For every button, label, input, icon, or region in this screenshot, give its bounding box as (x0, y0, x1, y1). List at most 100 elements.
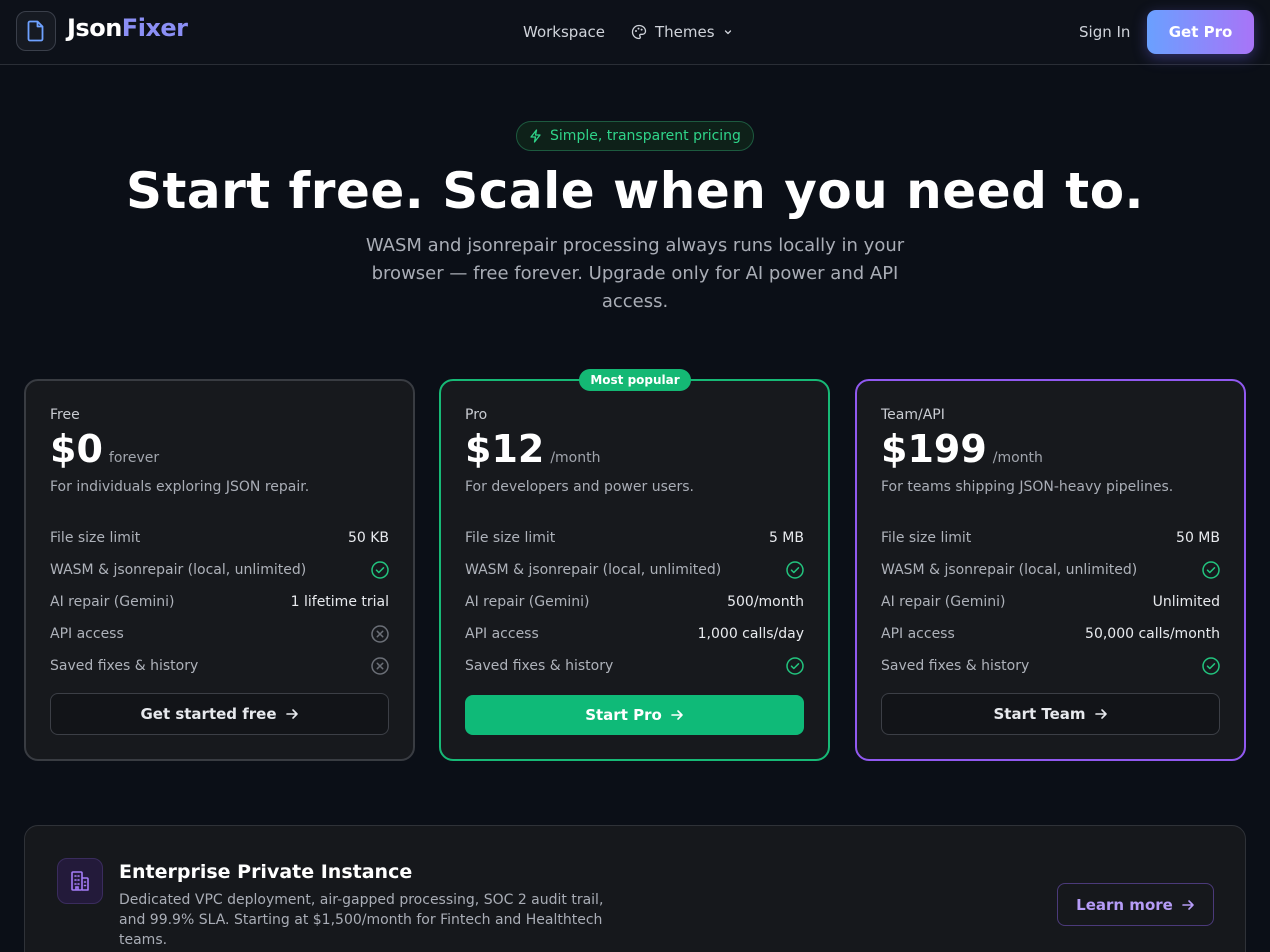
pricing-badge: Simple, transparent pricing (516, 121, 754, 151)
themes-label: Themes (655, 23, 715, 41)
feature-label: API access (881, 626, 955, 642)
cta-label: Start Pro (585, 706, 662, 724)
feature-value: 1 lifetime trial (290, 594, 389, 610)
plan-price: $0 (50, 427, 103, 471)
start-pro-button[interactable]: Start Pro (465, 695, 804, 735)
plan-name: Free (50, 407, 80, 423)
check-circle-icon (786, 657, 804, 675)
feature-value: Unlimited (1152, 594, 1220, 610)
feature-row: API access 50,000 calls/month (881, 618, 1220, 650)
plan-card-pro: Most popular Pro $12 /month For develope… (439, 369, 830, 761)
feature-row: API access 1,000 calls/day (465, 618, 804, 650)
plan-price: $199 (881, 427, 987, 471)
enterprise-panel: Enterprise Private Instance Dedicated VP… (24, 825, 1246, 952)
feature-value: 50 KB (347, 530, 389, 546)
feature-row: WASM & jsonrepair (local, unlimited) (465, 554, 804, 586)
enterprise-icon-badge (57, 858, 103, 904)
brand-name-part1: Json (67, 14, 122, 42)
check-circle-icon (786, 561, 804, 579)
most-popular-badge: Most popular (579, 369, 691, 391)
feature-label: File size limit (50, 530, 141, 546)
arrow-right-icon (670, 710, 683, 720)
arrow-right-icon (1094, 709, 1107, 719)
feature-row: AI repair (Gemini) 1 lifetime trial (50, 586, 389, 618)
plan-name: Team/API (881, 407, 945, 423)
palette-icon (631, 24, 647, 40)
arrow-right-icon (1182, 899, 1194, 910)
x-circle-icon (371, 625, 389, 643)
plan-period: /month (992, 450, 1043, 466)
arrow-right-icon (285, 709, 298, 719)
feature-label: AI repair (Gemini) (50, 594, 175, 610)
logo-badge[interactable] (16, 11, 56, 51)
top-navbar: JsonFixer Workspace Themes Sign In Get P… (0, 0, 1270, 65)
feature-label: Saved fixes & history (465, 658, 614, 674)
check-circle-icon (1202, 657, 1220, 675)
price-row: $12 /month (465, 427, 600, 471)
start-team-button[interactable]: Start Team (881, 693, 1220, 735)
building-icon (71, 871, 89, 891)
feature-value: 500/month (727, 594, 804, 610)
feature-row: Saved fixes & history (50, 650, 389, 682)
plan-period: forever (108, 450, 160, 466)
plan-card-free: Free $0 forever For individuals explorin… (24, 379, 415, 761)
hero-title: Start free. Scale when you need to. (125, 162, 1145, 220)
feature-label: File size limit (465, 530, 556, 546)
sign-in-link[interactable]: Sign In (1079, 23, 1130, 41)
themes-dropdown[interactable]: Themes (631, 23, 733, 41)
feature-row: WASM & jsonrepair (local, unlimited) (881, 554, 1220, 586)
feature-list: File size limit 5 MB WASM & jsonrepair (… (465, 522, 804, 682)
feature-row: AI repair (Gemini) Unlimited (881, 586, 1220, 618)
enterprise-title: Enterprise Private Instance (119, 861, 413, 883)
file-icon (27, 20, 44, 42)
feature-label: WASM & jsonrepair (local, unlimited) (465, 562, 722, 578)
feature-label: API access (465, 626, 539, 642)
feature-row: WASM & jsonrepair (local, unlimited) (50, 554, 389, 586)
feature-label: AI repair (Gemini) (465, 594, 590, 610)
check-circle-icon (371, 561, 389, 579)
feature-value: 50,000 calls/month (1085, 626, 1220, 642)
pricing-badge-text: Simple, transparent pricing (550, 128, 741, 144)
feature-value: 5 MB (768, 530, 804, 546)
feature-label: File size limit (881, 530, 972, 546)
feature-list: File size limit 50 MB WASM & jsonrepair … (881, 522, 1220, 682)
feature-label: WASM & jsonrepair (local, unlimited) (50, 562, 307, 578)
plan-description: For developers and power users. (465, 479, 694, 495)
plan-period: /month (550, 450, 601, 466)
price-row: $0 forever (50, 427, 159, 471)
feature-row: Saved fixes & history (881, 650, 1220, 682)
hero-subtitle: WASM and jsonrepair processing always ru… (365, 235, 905, 312)
plan-description: For teams shipping JSON-heavy pipelines. (881, 479, 1174, 495)
feature-value: 50 MB (1176, 530, 1220, 546)
plan-price: $12 (465, 427, 545, 471)
chevron-down-icon (724, 30, 731, 35)
feature-label: Saved fixes & history (50, 658, 199, 674)
feature-row: File size limit 50 KB (50, 522, 389, 554)
nav-workspace-link[interactable]: Workspace (523, 23, 605, 41)
cta-label: Start Team (993, 705, 1086, 723)
feature-row: AI repair (Gemini) 500/month (465, 586, 804, 618)
feature-label: Saved fixes & history (881, 658, 1030, 674)
cta-label: Get started free (140, 705, 277, 723)
learn-more-button[interactable]: Learn more (1057, 883, 1214, 926)
feature-label: API access (50, 626, 124, 642)
get-pro-button[interactable]: Get Pro (1147, 10, 1254, 54)
lightning-icon (530, 129, 541, 143)
plan-name: Pro (465, 407, 488, 423)
feature-row: Saved fixes & history (465, 650, 804, 682)
x-circle-icon (371, 657, 389, 675)
feature-row: File size limit 5 MB (465, 522, 804, 554)
learn-more-label: Learn more (1076, 895, 1173, 914)
enterprise-description: Dedicated VPC deployment, air-gapped pro… (119, 892, 604, 948)
feature-row: API access (50, 618, 389, 650)
feature-label: AI repair (Gemini) (881, 594, 1006, 610)
feature-list: File size limit 50 KB WASM & jsonrepair … (50, 522, 389, 682)
brand-name[interactable]: JsonFixer (67, 14, 188, 42)
plan-card-team: Team/API $199 /month For teams shipping … (855, 379, 1246, 761)
get-started-free-button[interactable]: Get started free (50, 693, 389, 735)
check-circle-icon (1202, 561, 1220, 579)
brand-name-part2: Fixer (121, 14, 188, 42)
feature-value: 1,000 calls/day (697, 626, 804, 642)
feature-row: File size limit 50 MB (881, 522, 1220, 554)
plan-description: For individuals exploring JSON repair. (50, 479, 310, 495)
